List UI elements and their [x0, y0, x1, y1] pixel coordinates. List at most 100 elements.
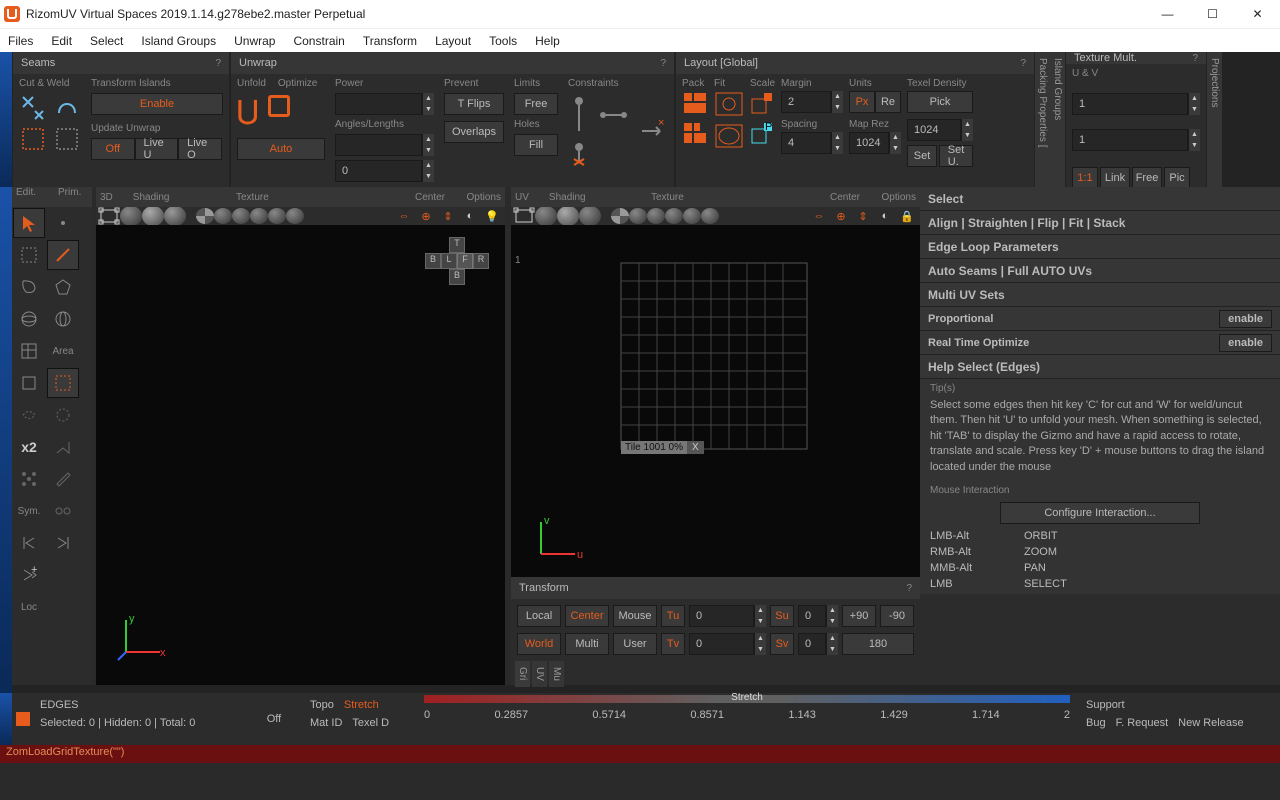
power-spinner[interactable]: ▲▼	[422, 93, 434, 115]
v-field[interactable]: 1	[1072, 129, 1188, 151]
tflips-button[interactable]: T Flips	[444, 93, 504, 115]
rp-multi-uv[interactable]: Multi UV Sets	[920, 283, 1280, 307]
step-fwd-tool[interactable]	[47, 528, 79, 558]
help-icon[interactable]: ?	[1020, 58, 1026, 69]
pack2-icon[interactable]	[682, 121, 708, 145]
pack-icon[interactable]	[682, 91, 708, 115]
status-topo[interactable]: Topo	[310, 699, 334, 711]
rez-field[interactable]: 1024	[907, 119, 961, 141]
uv-shade3-icon[interactable]	[579, 206, 601, 226]
status-matid[interactable]: Mat ID	[310, 717, 342, 729]
tex2-icon[interactable]	[232, 208, 250, 224]
p90-button[interactable]: +90	[842, 605, 876, 627]
poly-prim[interactable]	[47, 272, 79, 302]
overlaps-button[interactable]: Overlaps	[444, 121, 504, 143]
tab-uv[interactable]: UV	[532, 661, 547, 687]
setu-button[interactable]: Set U.	[939, 145, 973, 167]
v-spinner[interactable]: ▲▼	[1188, 129, 1200, 151]
margin-spinner[interactable]: ▲▼	[831, 91, 843, 113]
uv-light-icon[interactable]: ◐	[874, 206, 896, 226]
edge-prim[interactable]	[47, 240, 79, 270]
frame-icon[interactable]	[98, 207, 120, 225]
menu-layout[interactable]: Layout	[435, 34, 471, 48]
center-z-icon[interactable]: ⇕	[437, 206, 459, 226]
auto-cut-icon[interactable]	[19, 125, 47, 153]
brush-tool[interactable]	[13, 368, 45, 398]
px-button[interactable]: Px	[849, 91, 875, 113]
cut-icon[interactable]	[19, 93, 47, 121]
uv-center-y-icon[interactable]: ⊕	[830, 206, 852, 226]
nav-cube[interactable]: T BLFR B	[425, 237, 489, 285]
fit-icon[interactable]	[714, 91, 744, 117]
frame-icon2[interactable]	[513, 207, 535, 225]
shell-tool[interactable]	[13, 336, 45, 366]
live-o-button[interactable]: Live O	[178, 138, 222, 160]
power-field[interactable]	[335, 93, 422, 115]
ratio-button[interactable]: 1:1	[1072, 167, 1098, 189]
u-spinner[interactable]: ▲▼	[1188, 93, 1200, 115]
rp-auto-seams[interactable]: Auto Seams | Full AUTO UVs	[920, 259, 1280, 283]
flood-fill-tool[interactable]	[13, 464, 45, 494]
rez2-spinner[interactable]: ▲▼	[889, 132, 901, 154]
shortest-path-tool[interactable]	[47, 432, 79, 462]
sv-field[interactable]: 0	[798, 633, 826, 655]
rect-select-tool[interactable]	[13, 240, 45, 270]
world-button[interactable]: World	[517, 633, 561, 655]
weld-icon[interactable]	[53, 93, 81, 121]
menu-help[interactable]: Help	[535, 34, 560, 48]
optimize-icon[interactable]	[268, 95, 290, 117]
bulb-icon[interactable]: 💡	[481, 206, 503, 226]
status-texeld[interactable]: Texel D	[352, 717, 389, 729]
pick-button[interactable]: Pick	[907, 91, 973, 113]
tab-mu[interactable]: Mu	[549, 661, 564, 687]
status-stretch[interactable]: Stretch	[344, 699, 379, 711]
sphere-tool[interactable]	[13, 304, 45, 334]
angles-spinner[interactable]: ▲▼	[422, 134, 434, 156]
minimize-button[interactable]: —	[1145, 0, 1190, 28]
uv-shade1-icon[interactable]	[535, 206, 557, 226]
uv-center-x-icon[interactable]: ⇔	[808, 206, 830, 226]
light-icon[interactable]: ◐	[459, 206, 481, 226]
su-field[interactable]: 0	[798, 605, 826, 627]
uv-tex2-icon[interactable]	[629, 208, 647, 224]
pin-off-icon[interactable]	[568, 141, 590, 169]
scale-icon[interactable]	[750, 91, 774, 115]
free2-button[interactable]: Free	[1132, 167, 1162, 189]
tab-grid[interactable]: Gri	[515, 661, 530, 687]
u-field[interactable]: 1	[1072, 93, 1188, 115]
re-button[interactable]: Re	[875, 91, 901, 113]
lasso-tool[interactable]	[13, 272, 45, 302]
vertex-prim[interactable]	[47, 208, 79, 238]
close-button[interactable]: ✕	[1235, 0, 1280, 28]
move-tool[interactable]: +	[13, 560, 45, 590]
multi-button[interactable]: Multi	[565, 633, 609, 655]
menu-transform[interactable]: Transform	[363, 34, 417, 48]
center-button[interactable]: Center	[565, 605, 609, 627]
iter-spinner[interactable]: ▲▼	[422, 160, 434, 182]
user-button[interactable]: User	[613, 633, 657, 655]
tu-field[interactable]: 0	[689, 605, 754, 627]
status-newrel[interactable]: New Release	[1178, 717, 1243, 729]
vp-options-label[interactable]: Options	[467, 192, 501, 203]
pic-button[interactable]: Pic	[1164, 167, 1190, 189]
rp-help-select[interactable]: Help Select (Edges)	[920, 355, 1280, 379]
rez-spinner[interactable]: ▲▼	[961, 119, 973, 141]
help-icon[interactable]: ?	[215, 58, 221, 69]
menu-files[interactable]: Files	[8, 34, 33, 48]
link-button[interactable]: Link	[1100, 167, 1130, 189]
vtab-packing[interactable]: Packing Properties [	[1035, 52, 1050, 187]
status-freq[interactable]: F. Request	[1116, 717, 1169, 729]
iter-field[interactable]: 0	[335, 160, 422, 182]
enable-button[interactable]: Enable	[91, 93, 223, 115]
color-fill-tool[interactable]	[47, 464, 79, 494]
uv-tex1-icon[interactable]	[611, 208, 629, 224]
island-prim[interactable]	[47, 304, 79, 334]
rp-proportional[interactable]: Proportional	[928, 313, 993, 325]
tex3-icon[interactable]	[250, 208, 268, 224]
select-tool[interactable]	[13, 208, 45, 238]
fit2-icon[interactable]	[714, 123, 744, 149]
tu-button[interactable]: Tu	[661, 605, 685, 627]
uv-tex5-icon[interactable]	[683, 208, 701, 224]
unfold-icon[interactable]: ⋃	[237, 95, 258, 126]
rez2-field[interactable]: 1024	[849, 132, 889, 154]
